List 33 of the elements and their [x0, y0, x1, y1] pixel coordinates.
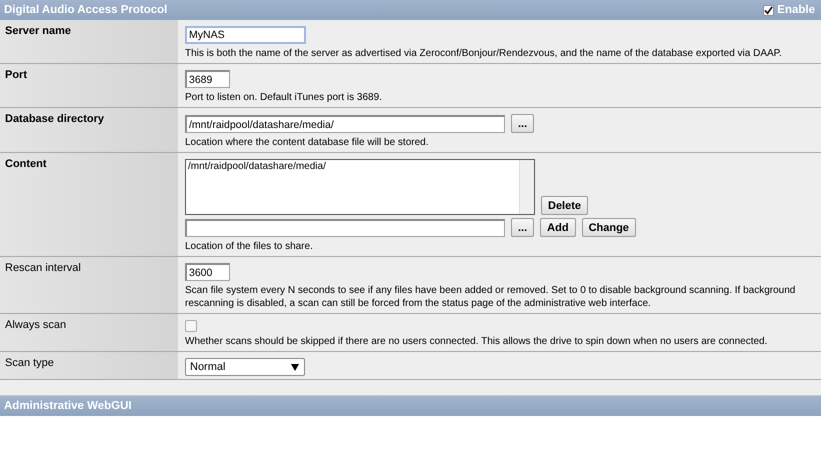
add-button[interactable]: Add [540, 218, 576, 237]
field-label: Database directory [5, 113, 104, 125]
path-field[interactable]: /mnt/raidpool/datashare/media/ [185, 115, 505, 133]
browse-button[interactable]: ... [511, 114, 534, 133]
checkbox[interactable] [185, 320, 197, 332]
section-title: Administrative WebGUI [4, 400, 132, 412]
field-label: Scan type [5, 357, 54, 369]
dropdown-arrow-icon [291, 364, 299, 370]
number-field[interactable]: 3600 [185, 263, 230, 281]
field-description: Port to listen on. Default iTunes port is 3689. [185, 91, 382, 104]
field-label: Rescan interval [5, 262, 81, 274]
change-button[interactable]: Change [582, 218, 636, 237]
field-description: Scan file system every N seconds to see if any files have been added or removed. Set to 0 to disable background scanning. If background rescanning is disabled, a scan can still be forced from the status page of the administrative web interface. [185, 284, 796, 310]
field-description: Location where the content database file will be stored. [185, 136, 428, 149]
list-item[interactable]: /mnt/raidpool/datashare/media/ [188, 161, 517, 172]
field-description: Whether scans should be skipped if there are no users connected. This allows the drive to spin down when no users are connected. [185, 335, 768, 348]
number-field[interactable]: 3689 [185, 70, 230, 88]
path-field[interactable] [185, 219, 505, 237]
enable-label: Enable [777, 4, 815, 16]
field-description: This is both the name of the server as advertised via Zeroconf/Bonjour/Rendezvous, and the name of the database exported via DAAP. [185, 47, 782, 60]
field-label: Server name [5, 25, 72, 37]
text-field[interactable]: MyNAS [185, 26, 306, 44]
list-box[interactable]: /mnt/raidpool/datashare/media/ [185, 159, 535, 215]
section-title: Digital Audio Access Protocol [4, 4, 168, 16]
browse-button[interactable]: ... [511, 218, 534, 237]
enable-checkbox[interactable] [763, 4, 774, 16]
delete-button[interactable]: Delete [541, 196, 588, 215]
field-label: Always scan [5, 319, 66, 331]
checkmark-icon [764, 6, 774, 14]
field-label: Content [5, 158, 47, 170]
dropdown[interactable]: Normal [185, 358, 305, 376]
field-description: Location of the files to share. [185, 240, 313, 253]
field-label: Port [5, 69, 27, 81]
